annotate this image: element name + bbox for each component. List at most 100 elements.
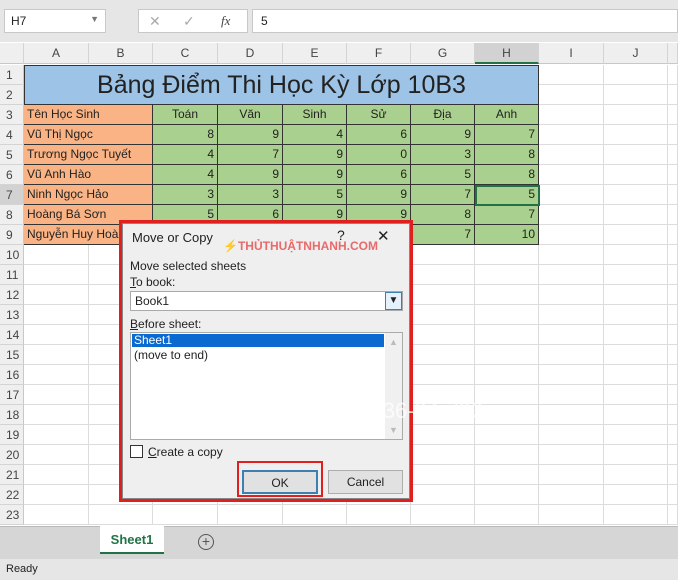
- row-header-7[interactable]: 7: [0, 185, 24, 205]
- score-cell[interactable]: 8: [475, 145, 539, 165]
- cell[interactable]: [604, 85, 668, 105]
- score-cell[interactable]: 0: [347, 145, 411, 165]
- cell[interactable]: [475, 385, 539, 405]
- cell[interactable]: [539, 385, 604, 405]
- row-header-2[interactable]: 2: [0, 85, 24, 105]
- cell[interactable]: [218, 505, 283, 525]
- selected-cell-h7[interactable]: [475, 185, 540, 206]
- cell[interactable]: [539, 405, 604, 425]
- cell[interactable]: [475, 405, 539, 425]
- cell[interactable]: [24, 485, 89, 505]
- cell[interactable]: [668, 105, 678, 125]
- cell[interactable]: [604, 185, 668, 205]
- score-cell[interactable]: 9: [218, 165, 283, 185]
- student-name-cell[interactable]: Ninh Ngọc Hảo: [24, 185, 153, 205]
- cell[interactable]: [604, 225, 668, 245]
- cell[interactable]: [411, 445, 475, 465]
- cell[interactable]: [411, 485, 475, 505]
- score-cell[interactable]: 6: [347, 165, 411, 185]
- cell[interactable]: [604, 365, 668, 385]
- name-box[interactable]: H7 ▼: [4, 9, 106, 33]
- score-cell[interactable]: 3: [218, 185, 283, 205]
- row-header-10[interactable]: 10: [0, 245, 24, 265]
- cancel-button[interactable]: Cancel: [328, 470, 403, 494]
- row-header-19[interactable]: 19: [0, 425, 24, 445]
- score-cell[interactable]: 6: [347, 125, 411, 145]
- score-cell[interactable]: 8: [411, 205, 475, 225]
- cell[interactable]: [539, 125, 604, 145]
- cell[interactable]: [475, 485, 539, 505]
- subject-header-cell[interactable]: Địa: [411, 105, 475, 125]
- score-cell[interactable]: 4: [153, 165, 218, 185]
- cell[interactable]: [539, 185, 604, 205]
- score-cell[interactable]: 3: [153, 185, 218, 205]
- cell[interactable]: [604, 65, 668, 85]
- cell[interactable]: [539, 205, 604, 225]
- cell[interactable]: [411, 305, 475, 325]
- row-header-6[interactable]: 6: [0, 165, 24, 185]
- cell[interactable]: [604, 505, 668, 525]
- cell[interactable]: [668, 405, 678, 425]
- cell[interactable]: [24, 345, 89, 365]
- subject-header-cell[interactable]: Văn: [218, 105, 283, 125]
- cell[interactable]: [604, 425, 668, 445]
- cell[interactable]: [475, 465, 539, 485]
- cell[interactable]: [347, 505, 411, 525]
- score-cell[interactable]: 8: [153, 125, 218, 145]
- cell[interactable]: [604, 325, 668, 345]
- cell[interactable]: [539, 225, 604, 245]
- cell[interactable]: [539, 365, 604, 385]
- column-header-B[interactable]: B: [89, 43, 153, 64]
- cell[interactable]: [475, 445, 539, 465]
- row-header-18[interactable]: 18: [0, 405, 24, 425]
- row-header-20[interactable]: 20: [0, 445, 24, 465]
- cell[interactable]: [604, 285, 668, 305]
- row-header-12[interactable]: 12: [0, 285, 24, 305]
- cell[interactable]: [24, 325, 89, 345]
- score-cell[interactable]: 3: [411, 145, 475, 165]
- cell[interactable]: [668, 485, 678, 505]
- cell[interactable]: [24, 445, 89, 465]
- help-button[interactable]: ?: [337, 227, 345, 243]
- cell[interactable]: [475, 285, 539, 305]
- column-header-G[interactable]: G: [411, 43, 475, 64]
- cell[interactable]: [668, 325, 678, 345]
- tab-sheet1[interactable]: Sheet1: [100, 526, 164, 554]
- cell[interactable]: [604, 145, 668, 165]
- cell[interactable]: [604, 165, 668, 185]
- cell[interactable]: [411, 505, 475, 525]
- cell[interactable]: [24, 265, 89, 285]
- formula-input[interactable]: 5: [252, 9, 678, 33]
- column-header-C[interactable]: C: [153, 43, 218, 64]
- score-cell[interactable]: 4: [283, 125, 347, 145]
- cell[interactable]: [475, 345, 539, 365]
- row-header-11[interactable]: 11: [0, 265, 24, 285]
- cell[interactable]: [24, 405, 89, 425]
- cell[interactable]: [539, 465, 604, 485]
- student-name-cell[interactable]: Trương Ngọc Tuyết: [24, 145, 153, 165]
- row-header-5[interactable]: 5: [0, 145, 24, 165]
- cell[interactable]: [668, 465, 678, 485]
- row-header-1[interactable]: 1: [0, 65, 24, 85]
- enter-icon[interactable]: ✓: [183, 13, 195, 30]
- create-copy-checkbox[interactable]: [130, 445, 143, 458]
- row-header-22[interactable]: 22: [0, 485, 24, 505]
- cell[interactable]: [668, 225, 678, 245]
- list-item[interactable]: (move to end): [131, 348, 402, 362]
- cell[interactable]: [539, 145, 604, 165]
- score-cell[interactable]: 7: [475, 205, 539, 225]
- cell[interactable]: [668, 65, 678, 85]
- cell[interactable]: [604, 205, 668, 225]
- cell[interactable]: [604, 125, 668, 145]
- row-header-17[interactable]: 17: [0, 385, 24, 405]
- cell[interactable]: [24, 285, 89, 305]
- row-header-4[interactable]: 4: [0, 125, 24, 145]
- cell[interactable]: [604, 485, 668, 505]
- cell[interactable]: [604, 245, 668, 265]
- student-name-cell[interactable]: Vũ Anh Hào: [24, 165, 153, 185]
- cell[interactable]: [604, 345, 668, 365]
- score-cell[interactable]: 4: [153, 145, 218, 165]
- score-cell[interactable]: 9: [347, 185, 411, 205]
- column-header-partial[interactable]: [668, 43, 678, 64]
- cell[interactable]: [475, 245, 539, 265]
